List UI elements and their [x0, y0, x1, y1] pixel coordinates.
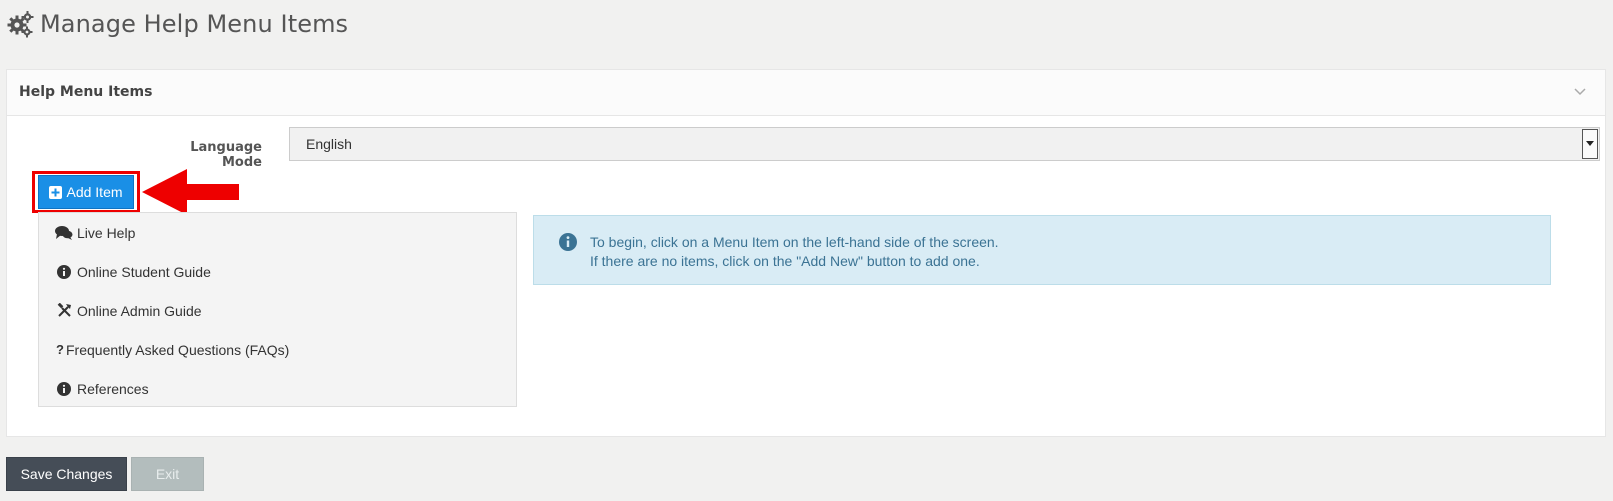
info-line-2: If there are no items, click on the "Add… — [590, 253, 980, 269]
select-arrow-icon[interactable] — [1582, 129, 1598, 159]
menu-item-label: Online Admin Guide — [77, 302, 202, 319]
list-item[interactable]: Online Student Guide — [39, 252, 516, 291]
info-circle-icon — [55, 263, 73, 281]
language-mode-label: Language Mode — [190, 140, 262, 170]
panel-heading: Help Menu Items — [7, 70, 1605, 116]
info-circle-icon — [559, 233, 577, 251]
comments-icon — [55, 224, 73, 242]
info-alert: To begin, click on a Menu Item on the le… — [533, 215, 1551, 285]
add-item-button[interactable]: Add Item — [38, 175, 134, 209]
tools-icon — [55, 302, 73, 320]
menu-item-label: Frequently Asked Questions (FAQs) — [66, 341, 290, 358]
chevron-down-icon[interactable] — [1573, 84, 1587, 98]
menu-item-label: Online Student Guide — [77, 263, 211, 280]
panel-title: Help Menu Items — [19, 84, 153, 100]
arrow-left-icon — [142, 169, 239, 215]
list-item[interactable]: References — [39, 369, 516, 408]
info-circle-icon — [55, 380, 73, 398]
page-header: Manage Help Menu Items — [6, 8, 348, 40]
page-title: Manage Help Menu Items — [40, 10, 349, 38]
question-icon: ? — [56, 342, 64, 357]
list-item[interactable]: Online Admin Guide — [39, 291, 516, 330]
plus-square-icon — [49, 185, 63, 199]
help-menu-panel: Help Menu Items Language Mode English Ad… — [6, 69, 1606, 437]
list-item[interactable]: Live Help — [39, 213, 516, 252]
info-line-1: To begin, click on a Menu Item on the le… — [590, 234, 999, 250]
help-menu-list: Live Help Online Student Guide Online Ad… — [38, 212, 517, 407]
save-changes-button[interactable]: Save Changes — [6, 457, 127, 491]
add-item-label: Add Item — [66, 184, 123, 200]
info-message: To begin, click on a Menu Item on the le… — [590, 233, 999, 271]
gears-icon — [7, 11, 34, 38]
language-mode-value: English — [306, 136, 352, 152]
menu-item-label: Live Help — [77, 224, 136, 241]
language-mode-select[interactable]: English — [289, 127, 1600, 161]
menu-item-label: References — [77, 380, 149, 397]
list-item[interactable]: ? Frequently Asked Questions (FAQs) — [39, 330, 516, 369]
exit-button[interactable]: Exit — [131, 457, 204, 491]
